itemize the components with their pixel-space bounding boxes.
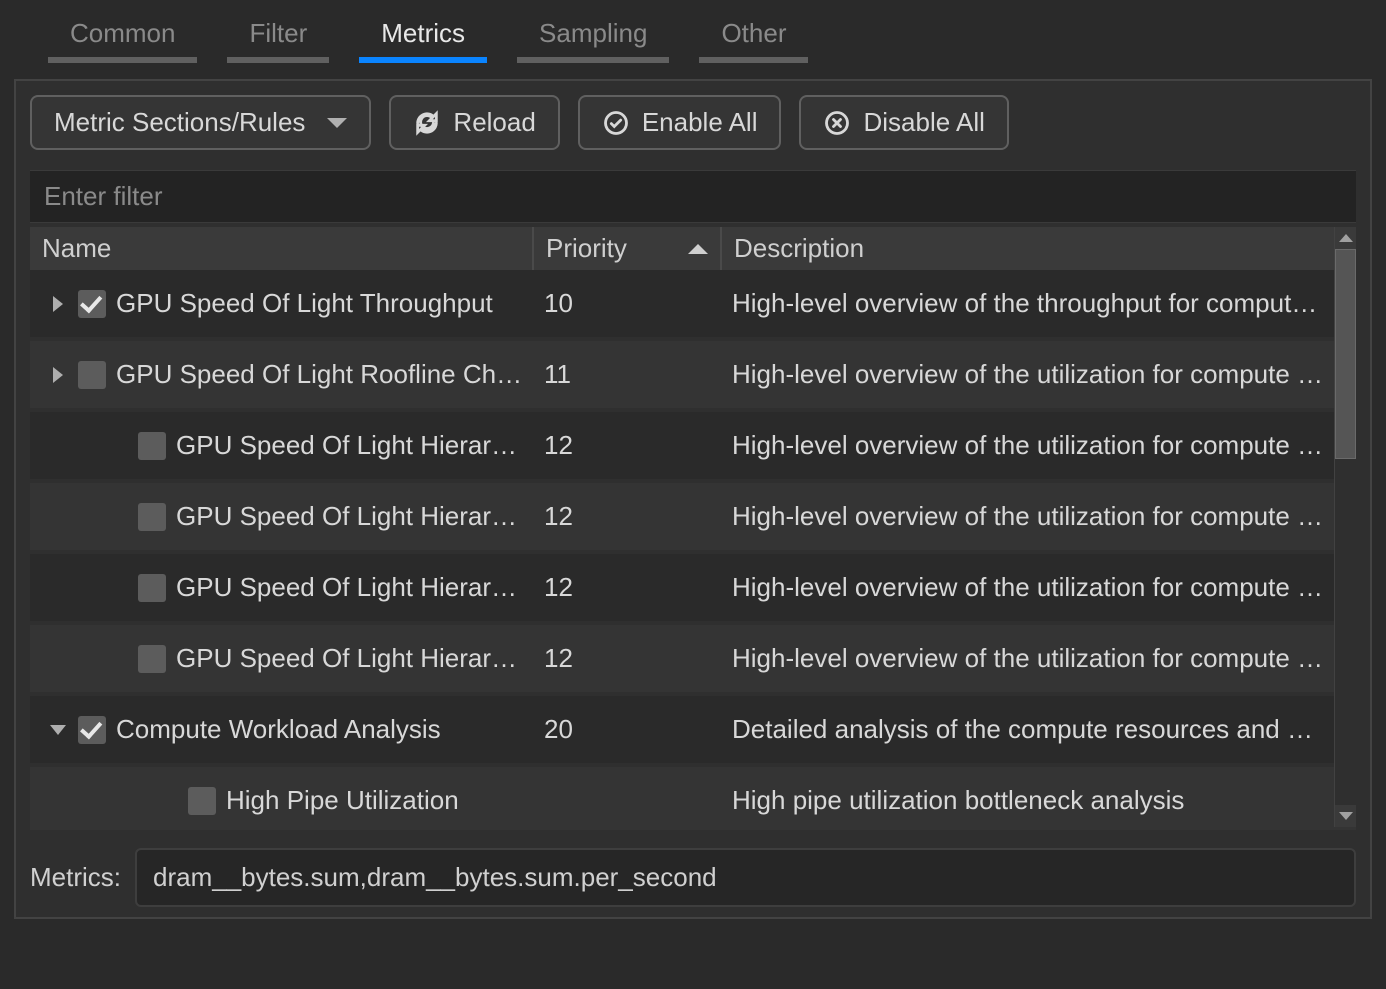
cell-description: High-level overview of the utilization f… [722,412,1356,479]
dropdown-label: Metric Sections/Rules [54,107,305,138]
column-header-priority[interactable]: Priority [534,227,722,270]
row-checkbox[interactable] [138,574,166,602]
row-checkbox[interactable] [78,716,106,744]
disable-all-button[interactable]: Disable All [799,95,1008,150]
chevron-down-icon [50,725,66,735]
cell-priority: 12 [534,412,722,479]
table-header: Name Priority Description [30,227,1356,270]
enable-all-button[interactable]: Enable All [578,95,782,150]
cell-name: GPU Speed Of Light Hierarchical Roofline [30,554,534,621]
tab-sampling[interactable]: Sampling [517,8,669,63]
cell-name: Compute Workload Analysis [30,696,534,763]
table-row[interactable]: GPU Speed Of Light Throughput 10High-leve… [30,270,1356,341]
table-row[interactable]: GPU Speed Of Light Hierarchical Roofline… [30,625,1356,696]
table-row[interactable]: Compute Workload Analysis 20Detailed anal… [30,696,1356,767]
column-header-description[interactable]: Description [722,227,1356,270]
row-name-label: GPU Speed Of Light Hierarchical Roofline [176,643,524,674]
cell-description: High-level overview of the utilization f… [722,483,1356,550]
row-name-label: GPU Speed Of Light Roofline Chart [116,359,524,390]
cell-name: GPU Speed Of Light Hierarchical Roofline [30,483,534,550]
scroll-down-icon[interactable] [1335,805,1356,827]
disable-all-label: Disable All [863,107,984,138]
metric-sections-rules-dropdown[interactable]: Metric Sections/Rules [30,95,371,150]
row-name-label: High Pipe Utilization [226,785,524,816]
table-row[interactable]: GPU Speed Of Light Hierarchical Roofline… [30,554,1356,625]
table-row[interactable]: High Pipe Utilization High pipe utilizati… [30,767,1356,830]
expand-toggle[interactable] [48,296,68,312]
metrics-config-view: Common Filter Metrics Sampling Other Met… [0,0,1386,989]
cell-description: High pipe utilization bottleneck analysi… [722,767,1356,830]
row-name-label: GPU Speed Of Light Hierarchical Roofline [176,501,524,532]
chevron-right-icon [53,367,63,383]
row-name-label: Compute Workload Analysis [116,714,524,745]
column-header-name[interactable]: Name [30,227,534,270]
x-circle-icon [823,109,851,137]
row-name-label: GPU Speed Of Light Throughput [116,288,524,319]
metrics-field-label: Metrics: [30,862,121,893]
table-row[interactable]: GPU Speed Of Light Hierarchical Roofline… [30,412,1356,483]
scrollbar-thumb[interactable] [1335,249,1356,459]
cell-priority: 12 [534,625,722,692]
metrics-toolbar: Metric Sections/Rules Reload Enable All [30,95,1356,150]
cell-description: High-level overview of the utilization f… [722,554,1356,621]
metrics-footer: Metrics: [30,848,1356,907]
tab-metrics[interactable]: Metrics [359,8,487,63]
cell-name: GPU Speed Of Light Hierarchical Roofline [30,412,534,479]
expand-toggle[interactable] [48,725,68,735]
table-row[interactable]: GPU Speed Of Light Hierarchical Roofline… [30,483,1356,554]
reload-label: Reload [453,107,535,138]
enable-all-label: Enable All [642,107,758,138]
cell-description: Detailed analysis of the compute resourc… [722,696,1356,763]
cell-name: GPU Speed Of Light Throughput [30,270,534,337]
row-checkbox[interactable] [138,432,166,460]
row-name-label: GPU Speed Of Light Hierarchical Roofline [176,572,524,603]
expand-toggle[interactable] [48,367,68,383]
vertical-scrollbar[interactable] [1334,227,1356,827]
row-checkbox[interactable] [78,290,106,318]
cell-name: GPU Speed Of Light Roofline Chart [30,341,534,408]
row-checkbox[interactable] [138,503,166,531]
tab-common[interactable]: Common [48,8,197,63]
reload-icon [413,109,441,137]
cell-priority [534,767,722,830]
row-name-label: GPU Speed Of Light Hierarchical Roofline [176,430,524,461]
cell-priority: 10 [534,270,722,337]
metrics-field-input[interactable] [135,848,1356,907]
scroll-up-icon[interactable] [1335,227,1356,249]
reload-button[interactable]: Reload [389,95,559,150]
cell-priority: 11 [534,341,722,408]
chevron-down-icon [327,118,347,128]
row-checkbox[interactable] [188,787,216,815]
filter-input[interactable] [30,170,1356,223]
cell-description: High-level overview of the utilization f… [722,625,1356,692]
sort-ascending-icon [688,244,708,254]
cell-description: High-level overview of the throughput fo… [722,270,1356,337]
cell-description: High-level overview of the utilization f… [722,341,1356,408]
cell-name: GPU Speed Of Light Hierarchical Roofline [30,625,534,692]
metrics-panel: Metric Sections/Rules Reload Enable All [14,79,1372,919]
metrics-table: Name Priority Description GPU Speed Of L… [30,227,1356,830]
cell-priority: 20 [534,696,722,763]
cell-priority: 12 [534,483,722,550]
tab-filter[interactable]: Filter [227,8,329,63]
cell-priority: 12 [534,554,722,621]
row-checkbox[interactable] [138,645,166,673]
cell-name: High Pipe Utilization [30,767,534,830]
config-tab-bar: Common Filter Metrics Sampling Other [0,0,1386,63]
tab-other[interactable]: Other [699,8,808,63]
check-circle-icon [602,109,630,137]
table-row[interactable]: GPU Speed Of Light Roofline Chart 11High-… [30,341,1356,412]
row-checkbox[interactable] [78,361,106,389]
chevron-right-icon [53,296,63,312]
